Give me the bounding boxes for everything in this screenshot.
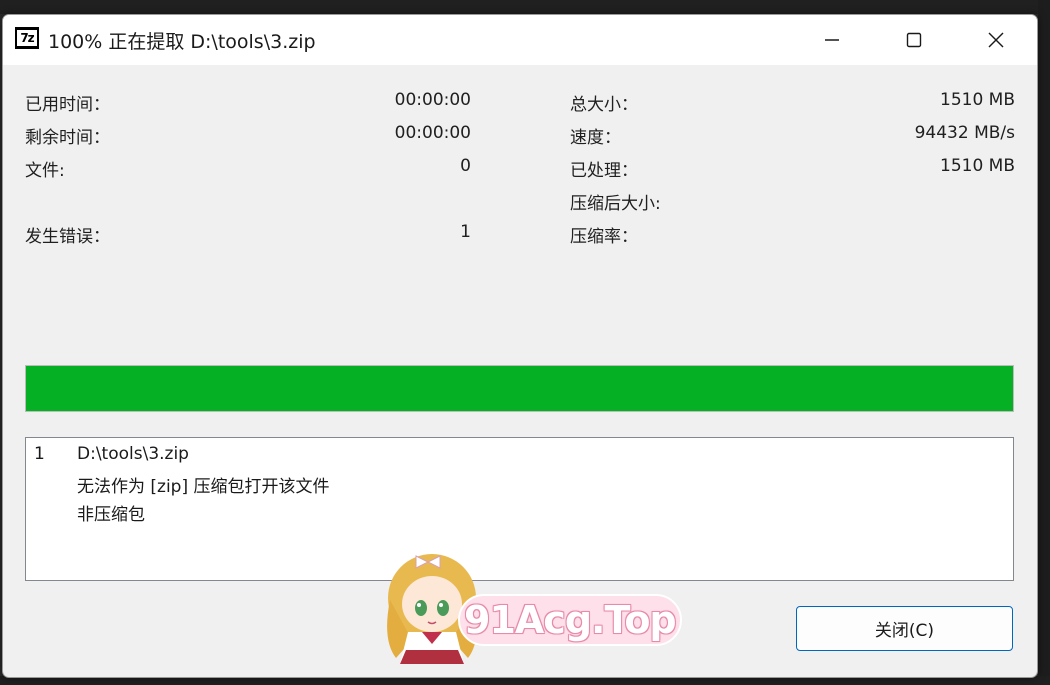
app-icon-label: 7z — [17, 30, 37, 46]
window-title: 100% 正在提取 D:\tools\3.zip — [48, 31, 316, 53]
extract-progress-window: 7z 100% 正在提取 D:\tools\3.zip 已用时间： 00:00:… — [2, 14, 1038, 678]
desktop-right-edge — [1038, 0, 1050, 685]
speed-label: 速度： — [570, 128, 621, 148]
compressed-size-label: 压缩后大小: — [570, 194, 661, 214]
message-log[interactable]: 1 D:\tools\3.zip 无法作为 [zip] 压缩包打开该文件 非压缩… — [25, 437, 1014, 581]
files-label: 文件: — [25, 161, 65, 181]
processed-value: 1510 MB — [940, 156, 1015, 176]
remaining-time-value: 00:00:00 — [394, 123, 471, 143]
close-icon — [988, 32, 1004, 48]
log-file-path: D:\tools\3.zip — [77, 444, 189, 464]
watermark-text: 91Acg.Top — [464, 598, 677, 642]
7zip-app-icon[interactable]: 7z — [15, 27, 39, 49]
total-size-label: 总大小： — [570, 95, 638, 115]
ratio-label: 压缩率： — [570, 227, 638, 247]
errors-value: 1 — [460, 222, 471, 242]
maximize-button[interactable] — [891, 15, 937, 65]
minimize-button[interactable] — [809, 15, 855, 65]
maximize-icon — [906, 32, 922, 48]
desktop-top-edge — [0, 0, 1050, 14]
remaining-time-label: 剩余时间： — [25, 128, 110, 148]
files-value: 0 — [460, 156, 471, 176]
speed-value: 94432 MB/s — [914, 123, 1015, 143]
elapsed-time-value: 00:00:00 — [394, 90, 471, 110]
minimize-icon — [825, 39, 839, 41]
processed-label: 已处理： — [570, 161, 638, 181]
close-button[interactable]: 关闭(C) — [796, 606, 1013, 651]
progress-fill — [26, 366, 1013, 411]
elapsed-time-label: 已用时间： — [25, 95, 110, 115]
log-item-number: 1 — [34, 444, 45, 464]
title-bar[interactable]: 7z 100% 正在提取 D:\tools\3.zip — [3, 15, 1037, 65]
progress-bar — [25, 365, 1014, 412]
close-window-button[interactable] — [973, 15, 1019, 65]
log-error-message: 无法作为 [zip] 压缩包打开该文件 — [77, 477, 330, 497]
log-error-detail: 非压缩包 — [77, 505, 145, 525]
errors-label: 发生错误： — [25, 227, 110, 247]
total-size-value: 1510 MB — [940, 90, 1015, 110]
